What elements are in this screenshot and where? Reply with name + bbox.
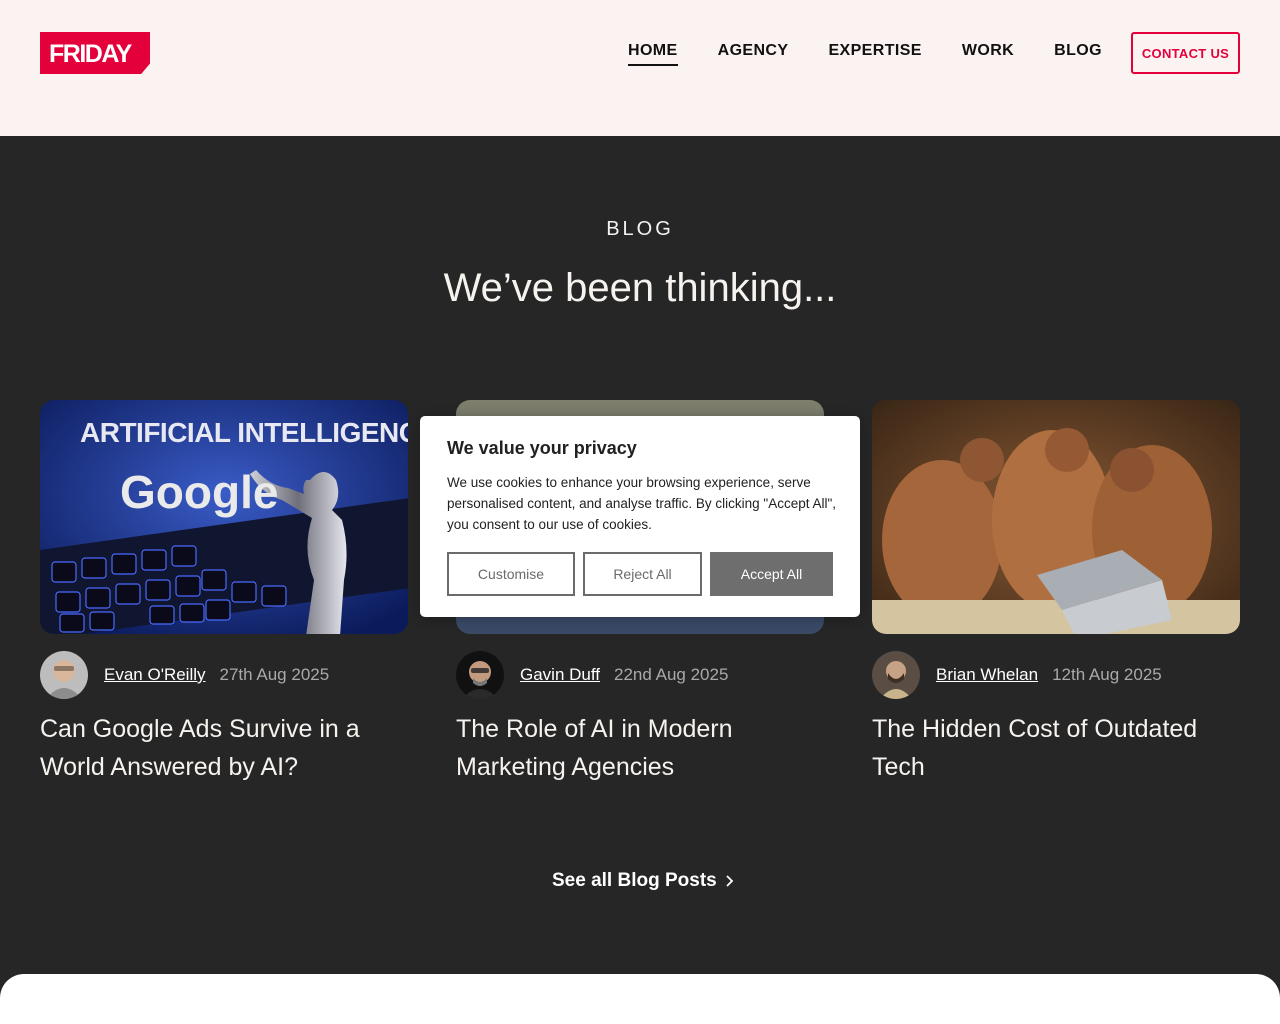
accept-all-button[interactable]: Accept All (710, 552, 833, 596)
cookie-title: We value your privacy (447, 438, 637, 458)
author-avatar (456, 651, 504, 699)
blog-card-image[interactable] (872, 400, 1240, 634)
author-link[interactable]: Brian Whelan (936, 665, 1038, 685)
section-label: BLOG (606, 218, 674, 240)
customise-button[interactable]: Customise (447, 552, 575, 596)
chevron-right-icon (726, 875, 734, 887)
next-section-panel (0, 974, 1280, 1024)
post-date: 12th Aug 2025 (1052, 665, 1162, 684)
blog-card-image[interactable]: ARTIFICIAL INTELLIGENCE Google (40, 400, 408, 634)
blog-card-meta: Brian Whelan 12th Aug 2025 (872, 651, 1162, 699)
main-nav: HOME AGENCY EXPERTISE WORK BLOG (628, 42, 1102, 66)
blog-card-title[interactable]: The Hidden Cost of Outdated Tech (872, 710, 1212, 786)
friday-logo[interactable]: FRIDAY (40, 32, 150, 74)
nav-blog[interactable]: BLOG (1054, 42, 1102, 66)
reject-all-button[interactable]: Reject All (583, 552, 702, 596)
blog-card[interactable]: ARTIFICIAL INTELLIGENCE Google Evan O'Re… (40, 400, 408, 781)
nav-agency[interactable]: AGENCY (718, 42, 789, 66)
post-date: 22nd Aug 2025 (614, 665, 729, 684)
blog-card-title[interactable]: Can Google Ads Survive in a World Answer… (40, 710, 380, 786)
see-all-blog-posts-link[interactable]: See all Blog Posts (552, 870, 735, 892)
section-title: We’ve been thinking... (443, 266, 837, 310)
nav-expertise[interactable]: EXPERTISE (828, 42, 921, 66)
image-text-ai: ARTIFICIAL INTELLIGENCE (80, 417, 408, 448)
author-avatar (40, 651, 88, 699)
blog-card[interactable]: Brian Whelan 12th Aug 2025 The Hidden Co… (872, 400, 1240, 781)
see-all-label: See all Blog Posts (552, 870, 717, 891)
author-link[interactable]: Gavin Duff (520, 665, 600, 685)
post-date: 27th Aug 2025 (219, 665, 330, 684)
blog-card-meta: Gavin Duff 22nd Aug 2025 (456, 651, 728, 699)
nav-work[interactable]: WORK (962, 42, 1014, 66)
author-avatar (872, 651, 920, 699)
contact-us-button[interactable]: CONTACT US (1131, 32, 1240, 74)
author-link[interactable]: Evan O'Reilly (104, 665, 206, 685)
site-header: FRIDAY HOME AGENCY EXPERTISE WORK BLOG C… (0, 0, 1280, 136)
nav-home[interactable]: HOME (628, 42, 678, 66)
image-text-google: Google (120, 466, 278, 518)
cookie-consent-dialog: We value your privacy We use cookies to … (420, 416, 860, 617)
logo-text: FRIDAY (49, 40, 132, 68)
blog-card-title[interactable]: The Role of AI in Modern Marketing Agenc… (456, 710, 796, 786)
blog-card-meta: Evan O'Reilly 27th Aug 2025 (40, 651, 329, 699)
cookie-body: We use cookies to enhance your browsing … (447, 475, 837, 532)
